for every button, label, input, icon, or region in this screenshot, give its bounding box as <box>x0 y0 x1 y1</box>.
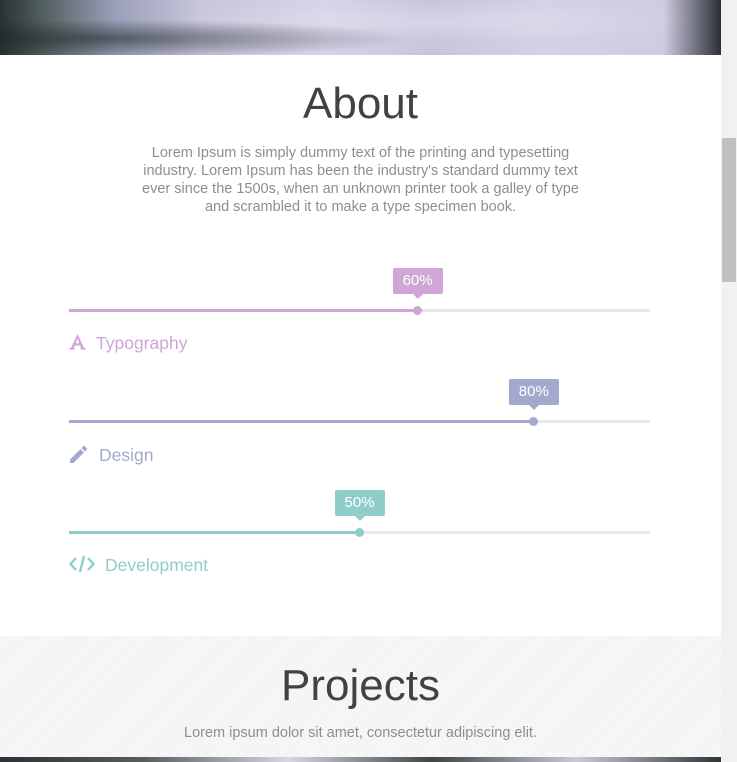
skill-fill <box>69 531 360 534</box>
skill-label: Typography <box>96 333 188 353</box>
skill-fill <box>69 420 534 423</box>
code-icon <box>68 555 96 577</box>
scrollbar[interactable] <box>721 0 737 762</box>
skill-label-row: Design <box>69 444 153 468</box>
projects-title: Projects <box>281 661 440 710</box>
skill-label-row: Typography <box>69 333 187 354</box>
skill-percent-badge: 80% <box>508 379 559 410</box>
skill-knob[interactable] <box>413 306 423 315</box>
skill-design: 80% Design <box>69 379 650 489</box>
project-image-strip <box>0 757 721 762</box>
scrollbar-thumb[interactable] <box>722 138 736 282</box>
skill-typography: 60% Typography <box>69 268 650 378</box>
skill-knob[interactable] <box>529 417 539 426</box>
page: About Lorem Ipsum is simply dummy text o… <box>0 0 721 762</box>
skill-label-row: Development <box>68 555 209 577</box>
about-description: Lorem Ipsum is simply dummy text of the … <box>142 145 579 215</box>
skill-percent-badge: 50% <box>334 490 385 521</box>
skill-label: Development <box>105 555 209 576</box>
typography-a-icon <box>69 333 86 354</box>
skill-development: 50% Development <box>68 490 650 600</box>
projects-section: Projects Lorem ipsum dolor sit amet, con… <box>0 636 721 762</box>
skill-percent-badge: 60% <box>392 268 443 299</box>
skill-knob[interactable] <box>355 528 364 537</box>
about-title: About <box>303 79 418 128</box>
pencil-icon <box>69 444 89 468</box>
projects-subtitle: Lorem ipsum dolor sit amet, consectetur … <box>184 725 537 741</box>
skill-label: Design <box>99 445 154 466</box>
skill-fill <box>69 309 418 312</box>
hero-image <box>0 0 721 55</box>
